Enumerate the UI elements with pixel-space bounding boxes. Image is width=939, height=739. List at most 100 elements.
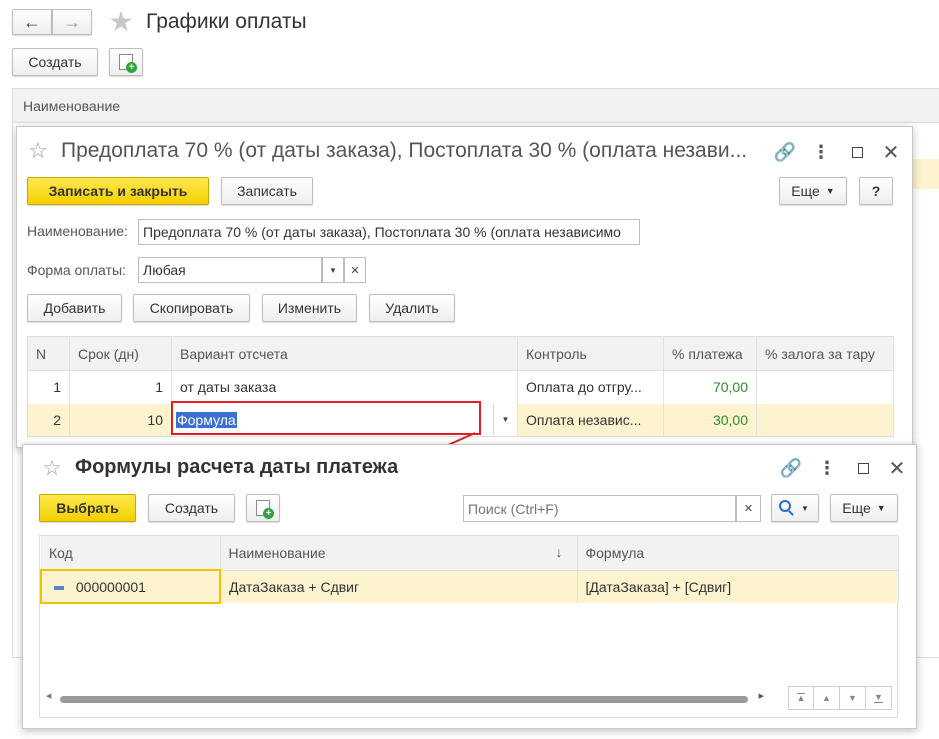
more-button-label: Еще bbox=[791, 183, 820, 199]
payment-form-field[interactable]: Любая bbox=[138, 257, 322, 283]
column-header-formula[interactable]: Формула bbox=[577, 536, 899, 571]
formula-chooser-window: ☆ Формулы расчета даты платежа 🔗 ⋮ ✕ Выб… bbox=[22, 444, 917, 729]
up-icon: ▲ bbox=[822, 693, 831, 703]
star-icon[interactable]: ★ bbox=[106, 6, 136, 37]
search-icon bbox=[779, 500, 794, 516]
cell-variant: от даты заказа bbox=[171, 370, 518, 404]
document-add-icon: + bbox=[119, 54, 137, 73]
help-button[interactable]: ? bbox=[859, 177, 893, 205]
back-button[interactable]: ← bbox=[12, 9, 52, 35]
cell-percent: 70,00 bbox=[663, 370, 757, 404]
go-to-first-button[interactable]: ▲ bbox=[788, 686, 814, 710]
more-button[interactable]: Еще ▼ bbox=[830, 494, 898, 522]
window-title: Предоплата 70 % (от даты заказа), Постоп… bbox=[61, 139, 748, 162]
cell-formula: [ДатаЗаказа] + [Сдвиг] bbox=[577, 570, 899, 603]
dropdown-arrow-icon: ▼ bbox=[501, 414, 510, 424]
cell-control: Оплата до отгру... bbox=[517, 370, 664, 404]
table-row-selected[interactable]: 000000001 ДатаЗаказа + Сдвиг [ДатаЗаказа… bbox=[40, 569, 899, 604]
close-icon[interactable]: ✕ bbox=[885, 455, 909, 481]
dropdown-arrow-icon: ▼ bbox=[825, 186, 835, 196]
dropdown-arrow-icon: ▼ bbox=[876, 503, 886, 513]
clear-icon: ✕ bbox=[743, 503, 754, 515]
save-button[interactable]: Записать bbox=[221, 177, 313, 205]
list-navigation: ▲ ▲ ▼ ▼ bbox=[788, 686, 892, 710]
formula-list: Код Наименование ↓ Формула 000000001 Дат… bbox=[39, 535, 899, 718]
page-title: Графики оплаты bbox=[146, 10, 307, 33]
dropdown-arrow-icon: ▼ bbox=[801, 503, 809, 513]
cell-term: 10 bbox=[69, 403, 172, 437]
more-options-icon[interactable]: ⋮ bbox=[809, 139, 833, 165]
column-header-term[interactable]: Срок (дн) bbox=[69, 336, 172, 371]
item-icon bbox=[54, 585, 64, 590]
column-header-code[interactable]: Код bbox=[41, 536, 221, 571]
column-header-control[interactable]: Контроль bbox=[517, 336, 664, 371]
cell-code-value: 000000001 bbox=[75, 578, 146, 595]
search-button[interactable]: ▼ bbox=[771, 494, 819, 522]
column-header-percent[interactable]: % платежа bbox=[663, 336, 757, 371]
search-clear-button[interactable]: ✕ bbox=[736, 495, 761, 522]
column-header-n[interactable]: N bbox=[27, 336, 70, 371]
variant-dropdown-button[interactable]: ▼ bbox=[493, 403, 517, 435]
main-column-header: Наименование bbox=[23, 98, 121, 114]
more-button-label: Еще bbox=[842, 500, 871, 516]
more-button[interactable]: Еще ▼ bbox=[779, 177, 847, 205]
close-icon[interactable]: ✕ bbox=[879, 139, 903, 165]
cell-percent: 30,00 bbox=[663, 403, 757, 437]
cell-n: 1 bbox=[27, 370, 70, 404]
horizontal-scrollbar[interactable]: ◀ ▶ bbox=[46, 692, 764, 706]
arrow-left-icon: ← bbox=[23, 11, 41, 32]
star-icon[interactable]: ☆ bbox=[39, 455, 65, 481]
column-header-deposit[interactable]: % залога за тару bbox=[756, 336, 894, 371]
copy-row-button[interactable]: Скопировать bbox=[133, 294, 250, 322]
cell-term: 1 bbox=[69, 370, 172, 404]
column-header-name-label: Наименование bbox=[228, 544, 326, 561]
maximize-icon[interactable] bbox=[851, 455, 875, 481]
down-icon: ▼ bbox=[848, 693, 857, 703]
add-document-button[interactable]: + bbox=[246, 494, 280, 522]
scrollbar-thumb[interactable] bbox=[60, 696, 748, 703]
formula-table: Код Наименование ↓ Формула 000000001 Дат… bbox=[40, 536, 899, 604]
arrow-right-icon: → bbox=[63, 11, 81, 32]
cell-name: ДатаЗаказа + Сдвиг bbox=[220, 570, 578, 603]
column-header-variant[interactable]: Вариант отсчета bbox=[171, 336, 518, 371]
main-list-header: Наименование bbox=[13, 89, 939, 123]
create-button[interactable]: Создать bbox=[12, 48, 98, 76]
first-icon: ▲ bbox=[796, 693, 806, 703]
chooser-title: Формулы расчета даты платежа bbox=[75, 456, 399, 478]
star-icon[interactable]: ☆ bbox=[25, 138, 51, 164]
name-field[interactable]: Предоплата 70 % (от даты заказа), Постоп… bbox=[138, 219, 640, 245]
last-icon: ▼ bbox=[874, 692, 883, 703]
create-button[interactable]: Создать bbox=[148, 494, 235, 522]
scroll-right-icon[interactable]: ▶ bbox=[759, 692, 764, 700]
edit-row-button[interactable]: Изменить bbox=[262, 294, 357, 322]
scroll-left-icon[interactable]: ◀ bbox=[46, 692, 51, 700]
clear-icon: ✕ bbox=[350, 264, 360, 277]
document-add-icon: + bbox=[256, 500, 274, 519]
select-button[interactable]: Выбрать bbox=[39, 494, 136, 522]
payment-schedule-window: ☆ Предоплата 70 % (от даты заказа), Пост… bbox=[16, 126, 913, 448]
add-row-button[interactable]: Добавить bbox=[27, 294, 122, 322]
forward-button[interactable]: → bbox=[52, 9, 92, 35]
save-and-close-button[interactable]: Записать и закрыть bbox=[27, 177, 209, 205]
payment-form-dropdown-button[interactable]: ▼ bbox=[322, 257, 344, 283]
link-icon[interactable]: 🔗 bbox=[772, 139, 798, 165]
name-label: Наименование: bbox=[27, 223, 128, 239]
go-to-last-button[interactable]: ▼ bbox=[866, 686, 892, 710]
cell-control: Оплата независ... bbox=[517, 403, 664, 437]
cell-code: 000000001 bbox=[40, 569, 221, 604]
more-options-icon[interactable]: ⋮ bbox=[815, 455, 839, 481]
cell-n: 2 bbox=[27, 403, 70, 437]
go-down-button[interactable]: ▼ bbox=[840, 686, 866, 710]
add-document-button[interactable]: + bbox=[109, 48, 143, 76]
search-input[interactable] bbox=[463, 495, 736, 522]
column-header-name[interactable]: Наименование ↓ bbox=[220, 536, 578, 571]
payment-form-label: Форма оплаты: bbox=[27, 262, 126, 278]
cell-deposit bbox=[756, 370, 894, 404]
table-row[interactable]: 1 1 от даты заказа Оплата до отгру... 70… bbox=[27, 370, 894, 404]
cell-deposit bbox=[756, 403, 894, 437]
link-icon[interactable]: 🔗 bbox=[778, 455, 804, 481]
payment-form-clear-button[interactable]: ✕ bbox=[344, 257, 366, 283]
maximize-icon[interactable] bbox=[845, 139, 869, 165]
go-up-button[interactable]: ▲ bbox=[814, 686, 840, 710]
delete-row-button[interactable]: Удалить bbox=[369, 294, 455, 322]
